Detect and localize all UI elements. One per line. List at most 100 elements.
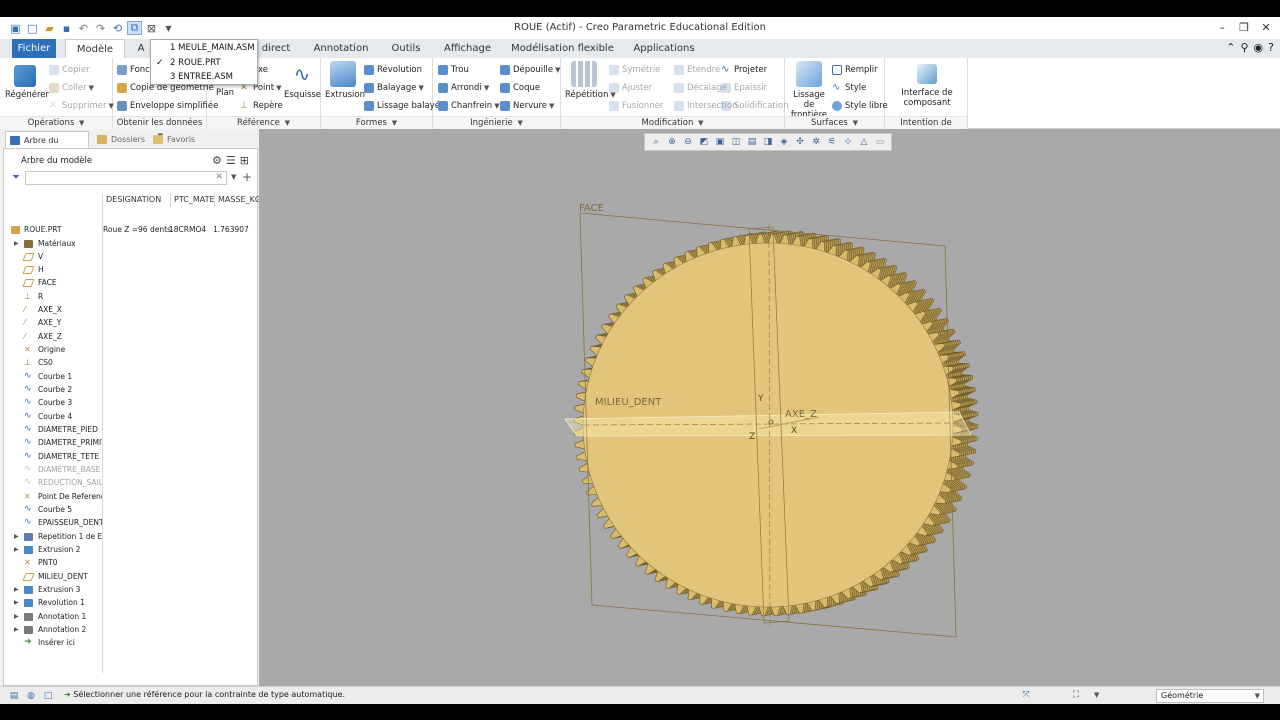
tree-item[interactable]: ▶ Annotation 2 xyxy=(4,623,259,636)
tree-item[interactable]: ⊥ R xyxy=(4,290,259,303)
datum-display-icon[interactable]: ✣ xyxy=(794,136,807,149)
tree-item[interactable]: ∿ Courbe 3 xyxy=(4,396,259,409)
tab-modele[interactable]: Modèle xyxy=(65,39,125,58)
style-libre-button[interactable]: Style libre xyxy=(832,99,888,113)
column-header-designation[interactable]: DESIGNATION xyxy=(102,193,170,207)
tree-item[interactable]: ▶ Revolution 1 xyxy=(4,596,259,609)
window-item-roue[interactable]: ✓ 2 ROUE.PRT xyxy=(151,56,257,71)
smart-select-icon[interactable]: ⤧ xyxy=(1020,689,1032,700)
section-icon[interactable]: ◈ xyxy=(778,136,791,149)
tree-item[interactable]: ∿ Courbe 2 xyxy=(4,383,259,396)
tree-item[interactable]: ▶ Extrusion 2 xyxy=(4,543,259,556)
tree-item[interactable]: ∿ DIAMETRE_TETE xyxy=(4,450,259,463)
repere-button[interactable]: ⊥ Repère xyxy=(240,99,283,113)
minimize-icon[interactable]: – xyxy=(1214,19,1230,35)
tree-item[interactable]: V xyxy=(4,250,259,263)
tree-item[interactable]: ∿ DIAMETRE_BASE xyxy=(4,463,259,476)
group-label[interactable]: Formes ▼ xyxy=(321,116,432,129)
tree-item[interactable]: ✕ Origine xyxy=(4,343,259,356)
add-icon[interactable]: + xyxy=(242,170,252,184)
plan-button[interactable]: Plan xyxy=(210,88,240,98)
lissage-frontiere-button[interactable]: Lissage de frontière xyxy=(788,61,830,120)
epaissir-button[interactable]: Epaissir xyxy=(721,81,767,95)
tree-item[interactable]: ∿ Courbe 5 xyxy=(4,503,259,516)
supprimer-button[interactable]: ✕ Supprimer ▼ xyxy=(49,99,114,113)
toggle-navigator-icon[interactable]: ▤ xyxy=(8,690,20,701)
style-button[interactable]: ∿ Style xyxy=(832,81,866,95)
close-icon[interactable]: ✕ xyxy=(1258,19,1274,35)
tree-item[interactable]: ∿ Courbe 4 xyxy=(4,410,259,423)
perspective-icon[interactable]: ◨ xyxy=(762,136,775,149)
clear-icon[interactable]: ✕ xyxy=(215,172,223,182)
solidification-button[interactable]: Solidification xyxy=(721,99,789,113)
expand-arrow-icon[interactable]: ▶ xyxy=(14,610,19,623)
enveloppe-simplifiee-button[interactable]: Enveloppe simplifiée xyxy=(117,99,218,113)
view-manager-icon[interactable]: ▤ xyxy=(746,136,759,149)
tree-item[interactable]: ⁄ AXE_X xyxy=(4,303,259,316)
tree-item[interactable]: ✕ Point De Reference xyxy=(4,490,259,503)
tab-fichier[interactable]: Fichier xyxy=(12,39,56,58)
tree-item[interactable]: ∿ Courbe 1 xyxy=(4,370,259,383)
group-label[interactable]: Modification ▼ xyxy=(561,116,784,129)
tree-item[interactable]: ∿ REDUCTION_SAILLI xyxy=(4,476,259,489)
regenerer-button[interactable]: Régénérer xyxy=(5,61,49,100)
remplir-button[interactable]: Remplir xyxy=(832,63,878,77)
window-item-entree[interactable]: 3 ENTREE.ASM xyxy=(151,70,257,85)
tree-filter-icon[interactable]: ⊞ xyxy=(240,154,249,167)
account-icon[interactable]: ◉ xyxy=(1254,41,1264,54)
coque-button[interactable]: Coque xyxy=(500,81,540,95)
expand-arrow-icon[interactable]: ▶ xyxy=(14,543,19,556)
tab-dossiers[interactable]: Dossiers xyxy=(93,131,145,148)
interface-composant-button[interactable]: Interface de composant xyxy=(893,61,961,108)
tree-item[interactable]: ➜ Insérer ici xyxy=(4,636,259,649)
tree-item[interactable]: ▶ Matériaux xyxy=(4,237,259,250)
search-icon[interactable]: ⚲ xyxy=(1240,41,1248,54)
balayage-button[interactable]: Balayage ▼ xyxy=(364,81,424,95)
saved-views-icon[interactable]: ◫ xyxy=(730,136,743,149)
group-label[interactable]: Intention de modèle ▼ xyxy=(885,116,967,141)
tree-item[interactable]: ⊥ CS0 xyxy=(4,356,259,369)
tree-item[interactable]: FACE xyxy=(4,276,259,289)
fusionner-button[interactable]: Fusionner xyxy=(609,99,663,113)
group-label[interactable]: Surfaces ▼ xyxy=(785,116,884,129)
group-label[interactable]: Opérations ▼ xyxy=(0,116,112,129)
window-item-meule-main[interactable]: 1 MEULE_MAIN.ASM xyxy=(151,41,257,56)
zoom-in-icon[interactable]: ⊕ xyxy=(666,136,679,149)
projeter-button[interactable]: ∿ Projeter xyxy=(721,63,767,77)
copier-button[interactable]: Copier xyxy=(49,63,90,77)
tree-item[interactable]: ✕ PNT0 xyxy=(4,556,259,569)
tree-item[interactable]: ▶ Extrusion 3 xyxy=(4,583,259,596)
expand-arrow-icon[interactable]: ▶ xyxy=(14,583,19,596)
symetrie-button[interactable]: Symétrie xyxy=(609,63,660,77)
tree-item[interactable]: ⁄ AXE_Y xyxy=(4,316,259,329)
column-header-material[interactable]: PTC_MATE xyxy=(170,193,214,207)
chanfrein-button[interactable]: Chanfrein ▼ xyxy=(438,99,500,113)
browser-icon[interactable]: ◍ xyxy=(25,690,37,701)
tree-columns-icon[interactable]: ☰ xyxy=(226,154,236,167)
zoom-out-icon[interactable]: ⊖ xyxy=(682,136,695,149)
group-label[interactable]: Ingénierie ▼ xyxy=(433,116,560,129)
tree-root-row[interactable]: ROUE.PRT Roue Z =96 dents 18CRMO4 1.7639… xyxy=(4,223,259,236)
collapse-ribbon-icon[interactable]: ⌃ xyxy=(1226,41,1235,54)
tree-item[interactable]: ▶ Repetition 1 de Ext xyxy=(4,530,259,543)
selection-filter-icon[interactable]: ⛶ xyxy=(1070,689,1082,700)
tab-affichage[interactable]: Affichage xyxy=(440,39,495,58)
expand-arrow-icon[interactable]: ▶ xyxy=(14,623,19,636)
revolution-button[interactable]: Révolution xyxy=(364,63,422,77)
esquisse-button[interactable]: ∿ Esquisse xyxy=(284,61,321,100)
selection-filter-select[interactable]: Géométrie ▼ xyxy=(1156,689,1264,703)
repaint-icon[interactable]: ◩ xyxy=(698,136,711,149)
tree-item[interactable]: ∿ EPAISSEUR_DENT xyxy=(4,516,259,529)
selection-dropdown-icon[interactable]: ▼ xyxy=(1094,691,1099,699)
fonction-utilisateur-button[interactable]: Fonc xyxy=(117,63,150,77)
graphics-area[interactable]: FACE MILIEU_DENT AXE_Z Y Z X ⌕ ⊕ ⊖ ◩ ▣ ◫… xyxy=(259,129,1280,686)
funnel-icon[interactable]: ⏷ xyxy=(12,172,20,183)
coller-button[interactable]: Coller ▼ xyxy=(49,81,94,95)
help-icon[interactable]: ? xyxy=(1268,41,1274,54)
repetition-button[interactable]: Répétition ▼ xyxy=(565,61,616,100)
tab-arbre-modele[interactable]: Arbre du modèle xyxy=(5,131,89,162)
tab-modelisation-flexible[interactable]: Modélisation flexible xyxy=(510,39,615,58)
tree-item[interactable]: ▶ Annotation 1 xyxy=(4,610,259,623)
fullscreen-icon[interactable]: □ xyxy=(42,690,54,701)
column-header-mass[interactable]: MASSE_KG xyxy=(214,193,259,207)
